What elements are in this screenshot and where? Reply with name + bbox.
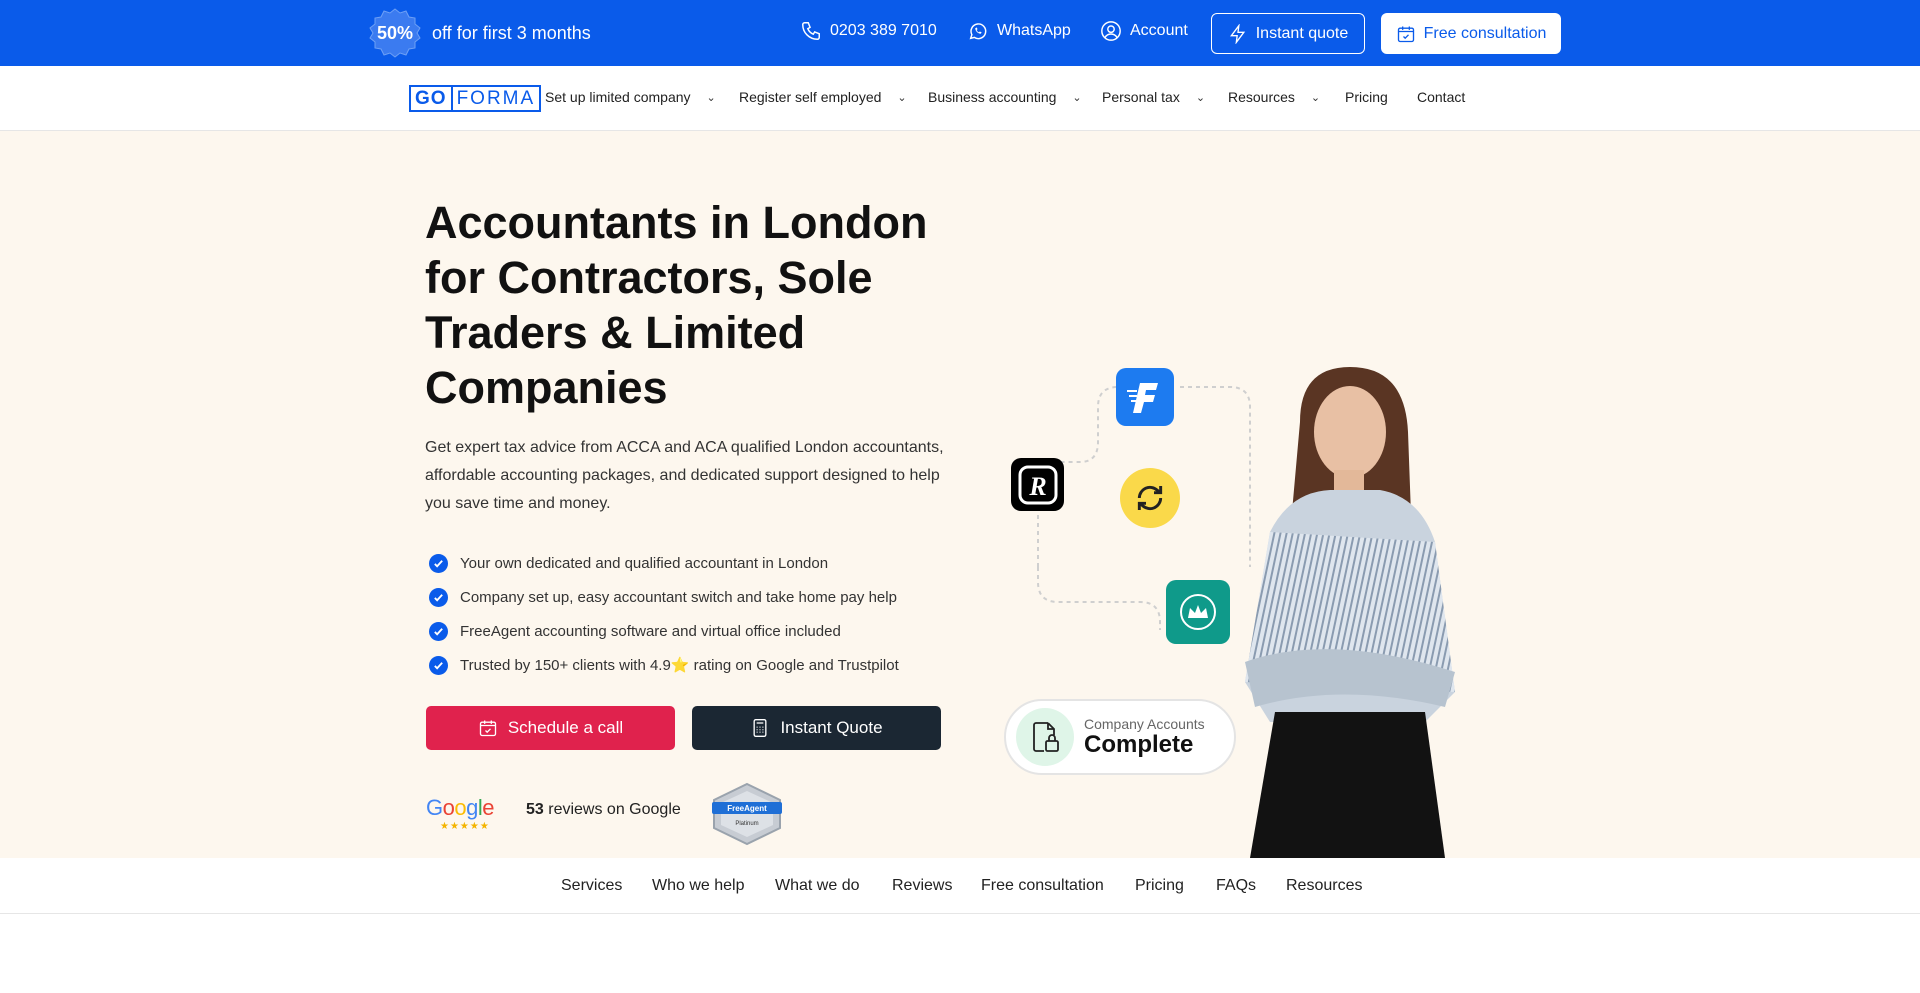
nav-item-label: Set up limited company bbox=[545, 89, 691, 105]
nav-item-label: Register self employed bbox=[739, 89, 882, 105]
check-circle-icon bbox=[429, 553, 448, 573]
accountant-portrait-image bbox=[1245, 367, 1455, 858]
nav-item-set-up-limited-company[interactable]: Set up limited company ⌄ bbox=[545, 89, 716, 105]
badge-text: 50% bbox=[376, 22, 414, 43]
section-subnav: Services Who we help What we do Reviews … bbox=[0, 858, 1920, 914]
hero-lead: Get expert tax advice from ACCA and ACA … bbox=[425, 439, 944, 512]
instant-quote-cta-label: Instant Quote bbox=[780, 718, 883, 737]
chevron-down-icon: ⌄ bbox=[1195, 91, 1206, 104]
discount-badge: 50% bbox=[368, 8, 422, 58]
whatsapp-label: WhatsApp bbox=[997, 22, 1071, 39]
user-icon bbox=[1101, 21, 1121, 41]
logo-go: GO bbox=[411, 87, 453, 110]
freeagent-app-icon bbox=[1116, 368, 1174, 426]
nav-item-label: Pricing bbox=[1345, 89, 1388, 105]
check-circle-icon bbox=[429, 621, 448, 641]
subnav-item-free-consultation[interactable]: Free consultation bbox=[981, 877, 1104, 895]
instant-quote-cta-button[interactable]: Instant Quote bbox=[692, 706, 941, 750]
hero-section: Accountants in London for Contractors, S… bbox=[0, 131, 1920, 858]
logo-forma: FORMA bbox=[456, 88, 536, 109]
chevron-down-icon: ⌄ bbox=[897, 91, 907, 104]
nav-item-personal-tax[interactable]: Personal tax ⌄ bbox=[1102, 89, 1205, 105]
promo-banner[interactable]: 50% off for first 3 months bbox=[368, 8, 591, 58]
nav-item-label: Business accounting bbox=[928, 89, 1057, 105]
subnav-item-who-we-help[interactable]: Who we help bbox=[652, 877, 745, 895]
schedule-call-label: Schedule a call bbox=[507, 718, 624, 737]
subnav-item-services[interactable]: Services bbox=[561, 877, 622, 895]
benefit-text: FreeAgent accounting software and virtua… bbox=[460, 622, 841, 640]
check-circle-icon bbox=[429, 587, 448, 607]
calculator-icon bbox=[753, 719, 767, 737]
list-item: Trusted by 150+ clients with 4.9⭐ rating… bbox=[429, 648, 899, 682]
freeagent-platinum-badge: FreeAgent Platinum bbox=[712, 782, 782, 846]
reviews-count: 53 bbox=[526, 801, 544, 818]
phone-link[interactable]: 0203 389 7010 bbox=[800, 20, 937, 42]
check-circle-icon bbox=[429, 655, 448, 675]
nav-item-business-accounting[interactable]: Business accounting ⌄ bbox=[928, 89, 1082, 105]
benefit-text: Your own dedicated and qualified account… bbox=[460, 554, 829, 572]
badge-brand-text: FreeAgent bbox=[727, 804, 767, 813]
list-item: FreeAgent accounting software and virtua… bbox=[429, 614, 899, 648]
promo-text: off for first 3 months bbox=[432, 22, 591, 43]
subnav-item-reviews[interactable]: Reviews bbox=[892, 877, 952, 895]
top-promo-bar: 50% off for first 3 months 0203 389 7010… bbox=[0, 0, 1920, 66]
calendar-check-icon bbox=[1397, 26, 1414, 42]
badge-tier-text: Platinum bbox=[735, 821, 758, 827]
free-consultation-label: Free consultation bbox=[1423, 24, 1547, 42]
free-consultation-button[interactable]: Free consultation bbox=[1381, 13, 1561, 54]
main-navigation: GO FORMA Set up limited company ⌄ Regist… bbox=[0, 66, 1920, 131]
chevron-down-icon: ⌄ bbox=[1310, 91, 1321, 104]
hmrc-app-icon bbox=[1166, 580, 1230, 644]
google-reviews-logo[interactable]: Google ★★★★★ bbox=[426, 795, 495, 832]
lightning-icon bbox=[1229, 23, 1245, 44]
star-rating-icon: ★★★★★ bbox=[440, 821, 490, 832]
nav-item-label: Personal tax bbox=[1102, 89, 1180, 105]
goforma-logo[interactable]: GO FORMA bbox=[409, 85, 542, 112]
instant-quote-label: Instant quote bbox=[1255, 24, 1349, 42]
chevron-down-icon: ⌄ bbox=[1072, 91, 1082, 104]
crown-icon bbox=[1180, 594, 1216, 630]
subnav-item-what-we-do[interactable]: What we do bbox=[775, 877, 859, 895]
refresh-icon bbox=[1137, 485, 1163, 511]
nav-item-resources[interactable]: Resources ⌄ bbox=[1228, 89, 1320, 105]
instant-quote-button[interactable]: Instant quote bbox=[1211, 13, 1365, 54]
nav-item-label: Resources bbox=[1228, 89, 1295, 105]
whatsapp-icon bbox=[969, 23, 987, 40]
calendar-check-icon bbox=[479, 720, 497, 737]
nav-item-label: Contact bbox=[1417, 89, 1466, 105]
benefit-text: Company set up, easy accountant switch a… bbox=[460, 588, 897, 606]
registered-app-icon: R bbox=[1011, 458, 1064, 511]
account-link[interactable]: Account bbox=[1100, 20, 1188, 42]
list-item: Your own dedicated and qualified account… bbox=[429, 546, 899, 580]
schedule-call-button[interactable]: Schedule a call bbox=[426, 706, 675, 750]
google-wordmark: Google bbox=[426, 795, 495, 820]
nav-item-register-self-employed[interactable]: Register self employed ⌄ bbox=[739, 89, 907, 105]
chevron-down-icon: ⌄ bbox=[706, 91, 716, 104]
account-label: Account bbox=[1130, 22, 1188, 39]
company-accounts-status-card: Company Accounts Complete bbox=[1004, 699, 1236, 775]
subnav-item-pricing[interactable]: Pricing bbox=[1135, 877, 1184, 895]
status-label: Company Accounts bbox=[1084, 716, 1205, 732]
status-value: Complete bbox=[1084, 731, 1194, 758]
benefit-list: Your own dedicated and qualified account… bbox=[429, 546, 899, 682]
registered-r-icon: R bbox=[1018, 465, 1057, 504]
phone-icon bbox=[802, 22, 820, 40]
benefit-text: Trusted by 150+ clients with 4.9⭐ rating… bbox=[460, 657, 899, 674]
freeagent-logo-icon bbox=[1127, 383, 1158, 413]
hero-title: Accountants in London for Contractors, S… bbox=[425, 197, 928, 413]
phone-number: 0203 389 7010 bbox=[830, 22, 937, 39]
reviews-text: reviews on Google bbox=[548, 801, 681, 818]
sync-app-icon bbox=[1120, 468, 1180, 528]
reviews-summary: 53 reviews on Google bbox=[526, 801, 681, 819]
svg-text:R: R bbox=[1028, 472, 1046, 501]
whatsapp-link[interactable]: WhatsApp bbox=[967, 20, 1071, 42]
nav-item-pricing[interactable]: Pricing bbox=[1345, 89, 1388, 105]
list-item: Company set up, easy accountant switch a… bbox=[429, 580, 899, 614]
subnav-item-resources[interactable]: Resources bbox=[1286, 877, 1362, 895]
subnav-item-faqs[interactable]: FAQs bbox=[1216, 877, 1256, 895]
document-lock-icon bbox=[1016, 708, 1074, 766]
nav-item-contact[interactable]: Contact bbox=[1417, 89, 1465, 105]
